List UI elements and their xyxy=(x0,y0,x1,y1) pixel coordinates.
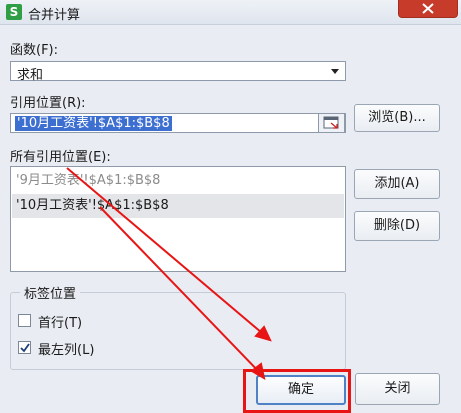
first-row-checkbox[interactable] xyxy=(18,314,31,327)
range-picker-icon xyxy=(323,116,339,129)
title-bar: S 合并计算 xyxy=(0,0,461,25)
reference-input[interactable]: '10月工资表'!$A$1:$B$8 xyxy=(10,113,346,133)
label-position-title: 标签位置 xyxy=(20,283,81,302)
ok-button-label: 确定 xyxy=(287,382,314,397)
ok-button[interactable]: 确定 xyxy=(256,375,346,405)
all-references-list[interactable]: '9月工资表'!$A$1:$B$8 '10月工资表'!$A$1:$B$8 xyxy=(10,166,346,272)
close-icon xyxy=(422,3,434,14)
add-button-label: 添加(A) xyxy=(374,176,420,191)
chevron-down-icon xyxy=(331,69,339,74)
close-button[interactable]: 关闭 xyxy=(355,373,440,405)
delete-button[interactable]: 删除(D) xyxy=(354,211,440,241)
add-button[interactable]: 添加(A) xyxy=(354,169,440,199)
app-icon: S xyxy=(6,4,22,20)
left-column-label: 最左列(L) xyxy=(38,343,95,358)
list-item[interactable]: '10月工资表'!$A$1:$B$8 xyxy=(12,194,344,218)
collapse-dialog-button[interactable] xyxy=(318,113,345,133)
browse-button-label: 浏览(B)... xyxy=(368,110,426,125)
first-row-label: 首行(T) xyxy=(38,316,83,331)
label-position-group xyxy=(10,292,346,370)
delete-button-label: 删除(D) xyxy=(373,218,421,233)
all-references-label: 所有引用位置(E): xyxy=(10,150,111,165)
function-label: 函数(F): xyxy=(10,43,59,58)
close-button-label: 关闭 xyxy=(384,381,411,396)
function-value: 求和 xyxy=(17,68,44,83)
reference-label: 引用位置(R): xyxy=(10,96,86,111)
checkmark-icon xyxy=(20,343,30,353)
list-item[interactable]: '9月工资表'!$A$1:$B$8 xyxy=(12,169,344,193)
browse-button[interactable]: 浏览(B)... xyxy=(354,104,440,132)
window-title: 合并计算 xyxy=(28,8,81,23)
function-select[interactable]: 求和 xyxy=(10,61,346,83)
window-close-button[interactable] xyxy=(398,0,458,18)
left-column-checkbox[interactable] xyxy=(18,341,31,354)
reference-value: '10月工资表'!$A$1:$B$8 xyxy=(15,116,172,131)
